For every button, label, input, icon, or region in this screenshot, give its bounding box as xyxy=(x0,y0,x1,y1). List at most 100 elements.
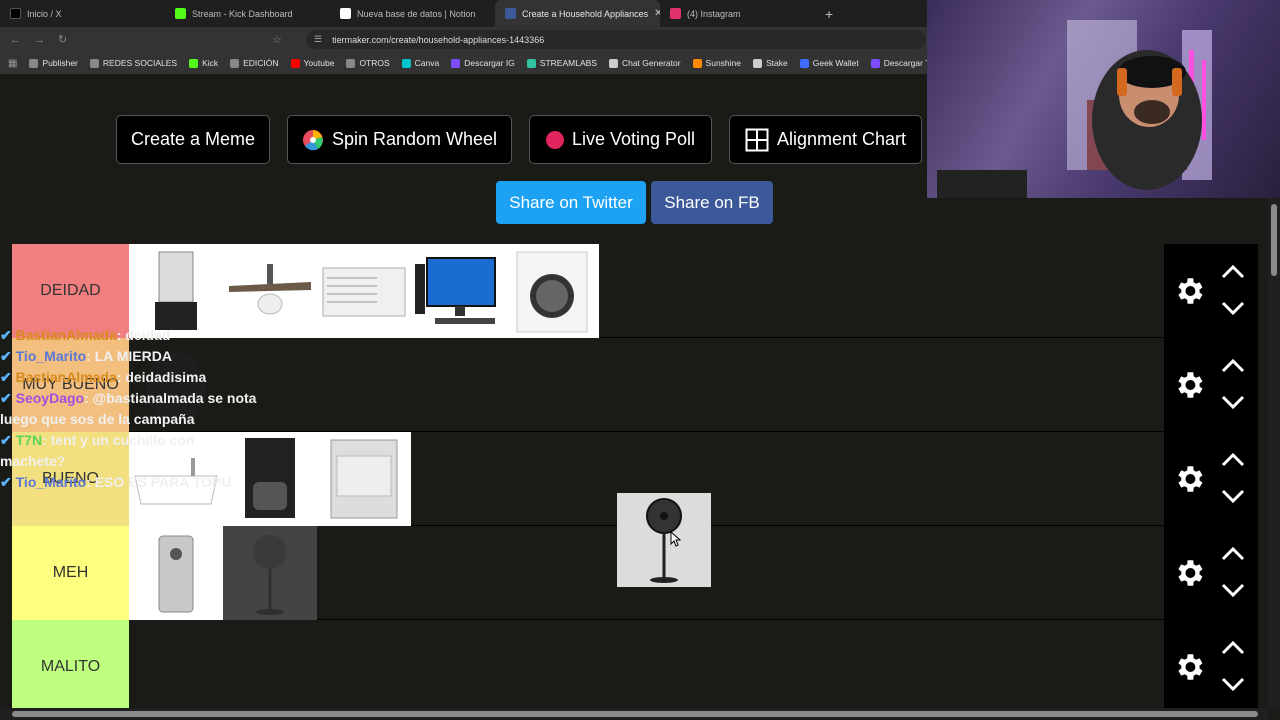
verified-badge-icon: ✔ xyxy=(0,369,16,385)
tab-title: Create a Household Appliances xyxy=(522,8,649,19)
back-icon[interactable]: ← xyxy=(10,34,24,46)
browser-tab-active[interactable]: Create a Household Appliances ✕ xyxy=(495,0,660,27)
bookmark-icon xyxy=(870,58,880,68)
stream-chat-overlay: ✔ BastianAlmada: deidad ✔ Tio_Marito: LA … xyxy=(0,325,420,493)
browser-tab[interactable]: Nueva base de datos | Notion xyxy=(330,0,495,27)
move-down-icon[interactable] xyxy=(1220,676,1246,692)
bookmark-item[interactable]: STREAMLABS xyxy=(526,58,597,68)
bookmark-label: Canva xyxy=(414,58,440,68)
tier-item-washing-machine[interactable] xyxy=(505,244,599,338)
share-twitter-button[interactable]: Share on Twitter xyxy=(496,181,646,224)
tier-controls xyxy=(1164,432,1258,526)
tier-items xyxy=(129,244,599,338)
horizontal-scroll-thumb[interactable] xyxy=(12,711,1258,717)
verified-badge-icon: ✔ xyxy=(0,474,16,490)
bookmark-item[interactable]: OTROS xyxy=(346,58,390,68)
share-fb-label: Share on FB xyxy=(664,192,760,212)
move-down-icon[interactable] xyxy=(1220,300,1246,316)
bookmark-item[interactable]: Sunshine xyxy=(692,58,741,68)
settings-gear-icon[interactable] xyxy=(1172,650,1206,684)
tier-item-desktop-computer[interactable] xyxy=(411,244,505,338)
bookmark-icon xyxy=(290,58,300,68)
alignment-chart-button[interactable]: Alignment Chart xyxy=(729,115,922,164)
bookmark-item[interactable]: Chat Generator xyxy=(608,58,681,68)
new-tab-button[interactable]: + xyxy=(825,6,833,22)
browser-tab[interactable]: Stream - Kick Dashboard xyxy=(165,0,330,27)
tier-item-blender[interactable] xyxy=(129,244,223,338)
chat-message: ✔ BastianAlmada: deidad xyxy=(0,325,420,346)
share-fb-button[interactable]: Share on FB xyxy=(651,181,773,224)
tiermaker-logo-icon xyxy=(505,8,516,19)
chat-message: ✔ T7N: tent y un cuchillo con xyxy=(0,430,420,451)
bookmark-item[interactable]: Youtube xyxy=(290,58,335,68)
bookmark-item[interactable]: Stake xyxy=(753,58,788,68)
horizontal-scrollbar[interactable] xyxy=(0,708,1268,720)
spin-wheel-button[interactable]: Spin Random Wheel xyxy=(287,115,512,164)
settings-gear-icon[interactable] xyxy=(1172,274,1206,308)
bookmark-label: Youtube xyxy=(303,58,335,68)
bookmark-label: REDES SOCIALES xyxy=(102,58,178,68)
move-up-icon[interactable] xyxy=(1220,264,1246,280)
chat-username: Tio_Marito xyxy=(15,474,87,490)
share-twitter-label: Share on Twitter xyxy=(509,192,633,212)
dragged-item-standing-fan[interactable] xyxy=(617,493,711,587)
bookmark-item[interactable]: REDES SOCIALES xyxy=(89,58,178,68)
move-up-icon[interactable] xyxy=(1220,546,1246,562)
browser-tab[interactable]: Inicio / X xyxy=(0,0,165,27)
bookmark-icon xyxy=(230,58,240,68)
chat-text: : tent y un cuchillo con xyxy=(42,432,195,448)
chat-username: BastianAlmada xyxy=(15,369,117,385)
settings-gear-icon[interactable] xyxy=(1172,462,1206,496)
tier-label[interactable]: MALITO xyxy=(12,620,129,714)
bookmark-icon xyxy=(692,58,702,68)
bookmark-item[interactable]: Canva xyxy=(401,58,440,68)
bookmark-item[interactable]: EDICIÓN xyxy=(230,58,279,68)
move-up-icon[interactable] xyxy=(1220,358,1246,374)
move-up-icon[interactable] xyxy=(1220,452,1246,468)
site-info-icon[interactable]: ☰ xyxy=(314,34,322,45)
alignment-chart-label: Alignment Chart xyxy=(776,129,907,149)
tier-item-ceiling-fan[interactable] xyxy=(223,244,317,338)
bookmark-icon[interactable]: ☆ xyxy=(272,33,286,46)
bookmark-label: Publisher xyxy=(42,58,78,68)
move-up-icon[interactable] xyxy=(1220,640,1246,656)
chat-text: machete? xyxy=(0,453,66,469)
tier-item-air-conditioner[interactable] xyxy=(317,244,411,338)
chat-username: BastianAlmada xyxy=(15,327,117,343)
bookmark-item[interactable]: Publisher xyxy=(29,58,78,68)
share-buttons: Share on Twitter Share on FB xyxy=(496,181,773,224)
mouse-cursor-icon xyxy=(670,531,682,547)
tier-item-standing-fan-ghost[interactable] xyxy=(223,526,317,620)
x-logo-icon xyxy=(10,8,21,19)
create-meme-button[interactable]: Create a Meme xyxy=(116,115,270,164)
chat-text: : LA MIERDA xyxy=(86,348,172,364)
move-down-icon[interactable] xyxy=(1220,582,1246,598)
bookmark-item[interactable]: Descargar TT xyxy=(870,58,936,68)
notion-logo-icon xyxy=(340,8,351,19)
forward-icon[interactable]: → xyxy=(34,34,48,46)
bookmark-item[interactable]: Descargar IG xyxy=(451,58,515,68)
tier-item-can-opener[interactable] xyxy=(129,526,223,620)
tier-items xyxy=(129,526,317,620)
bookmark-item[interactable]: Kick xyxy=(189,58,218,68)
settings-gear-icon[interactable] xyxy=(1172,556,1206,590)
move-down-icon[interactable] xyxy=(1220,394,1246,410)
vertical-scrollbar[interactable] xyxy=(1268,198,1280,708)
reload-icon[interactable]: ↻ xyxy=(58,33,72,46)
tab-title: Stream - Kick Dashboard xyxy=(192,8,293,19)
record-dot-icon xyxy=(545,130,564,149)
instagram-logo-icon xyxy=(670,8,681,19)
tier-label[interactable]: DEIDAD xyxy=(12,244,129,338)
live-poll-button[interactable]: Live Voting Poll xyxy=(529,115,712,164)
apps-icon[interactable]: ▦ xyxy=(8,58,17,69)
bookmark-icon xyxy=(451,58,461,68)
browser-tab[interactable]: (4) Instagram xyxy=(660,0,825,27)
chat-message: ✔ Tio_Marito: LA MIERDA xyxy=(0,346,420,367)
url-field[interactable]: ☰ tiermaker.com/create/household-applian… xyxy=(306,30,926,49)
tier-label[interactable]: MEH xyxy=(12,526,129,620)
settings-gear-icon[interactable] xyxy=(1172,368,1206,402)
tab-title: Nueva base de datos | Notion xyxy=(357,8,476,19)
move-down-icon[interactable] xyxy=(1220,488,1246,504)
bookmark-item[interactable]: Geek Wallet xyxy=(799,58,859,68)
vertical-scroll-thumb[interactable] xyxy=(1271,204,1277,276)
